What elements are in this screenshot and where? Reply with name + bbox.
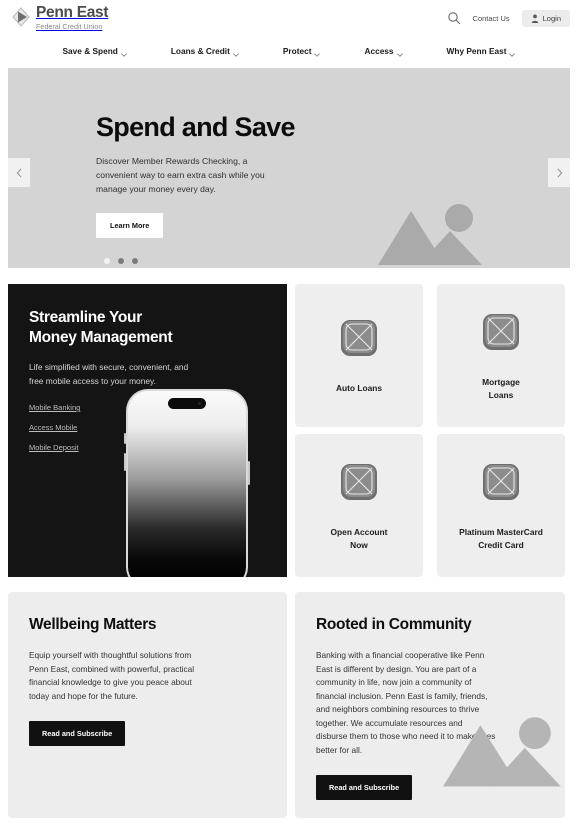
community-card-title: Rooted in Community <box>316 616 472 633</box>
phone-volume-buttons <box>124 453 126 471</box>
tile-label-line1: Platinum MasterCard <box>459 527 543 538</box>
brand-name: Penn East <box>36 4 109 21</box>
tile-label: Open Account Now <box>331 526 388 550</box>
tile-label-line2: Now <box>350 539 368 550</box>
nav-item-label: Save & Spend <box>62 46 118 56</box>
chevron-down-icon <box>396 49 403 57</box>
nav-item-label: Why Penn East <box>446 46 507 56</box>
wellbeing-read-and-subscribe-button[interactable]: Read and Subscribe <box>29 721 126 747</box>
tile-mortgage-loans[interactable]: Mortgage Loans <box>437 284 565 427</box>
nav-item-why-penn-east[interactable]: Why Penn East <box>425 46 538 57</box>
chevron-right-icon <box>556 167 563 178</box>
broken-image-icon <box>337 460 381 504</box>
chevron-left-icon <box>16 167 23 178</box>
brand-logo[interactable]: Penn East Federal Credit Union <box>10 4 109 31</box>
mobile-deposit-link[interactable]: Mobile Deposit <box>29 443 80 452</box>
contact-us-link[interactable]: Contact Us <box>473 14 510 23</box>
front-camera-dot <box>198 402 201 405</box>
carousel-dot-3[interactable] <box>132 258 138 264</box>
tile-open-account-now[interactable]: Open Account Now <box>295 434 423 577</box>
nav-item-label: Access <box>364 46 394 56</box>
tile-label-line1: Auto Loans <box>335 383 383 394</box>
chevron-down-icon <box>314 49 321 57</box>
homepage: Penn East Federal Credit Union Contact U… <box>0 0 578 827</box>
chevron-down-icon <box>232 49 239 57</box>
nav-item-loans-and-credit[interactable]: Loans & Credit <box>149 46 261 57</box>
carousel-dots <box>104 258 138 264</box>
mobile-banking-link[interactable]: Mobile Banking <box>29 403 80 412</box>
site-header: Penn East Federal Credit Union Contact U… <box>0 0 578 36</box>
hero-carousel: Spend and Save Discover Member Rewards C… <box>8 68 570 268</box>
mobile-card-title-line1: Streamline Your <box>29 309 142 326</box>
mobile-card-links: Mobile Banking Access Mobile Mobile Depo… <box>29 403 80 452</box>
mobile-management-card: Streamline Your Money Management Life si… <box>8 284 287 577</box>
nav-item-save-and-spend[interactable]: Save & Spend <box>41 46 149 57</box>
carousel-next-button[interactable] <box>548 158 570 187</box>
phone-screen <box>128 391 246 577</box>
search-icon[interactable] <box>447 11 461 25</box>
wellbeing-card-title: Wellbeing Matters <box>29 616 157 633</box>
chevron-down-icon <box>120 49 127 57</box>
diamond-arrow-logo-icon <box>10 6 32 28</box>
tile-label-line1: Open Account <box>330 527 388 538</box>
brand-text: Penn East Federal Credit Union <box>36 4 109 31</box>
nav-item-label: Loans & Credit <box>170 46 230 56</box>
broken-image-icon <box>337 316 381 360</box>
smartphone-photo <box>124 389 250 577</box>
tile-label-line2: Credit Card <box>478 539 524 550</box>
broken-image-icon <box>479 310 523 354</box>
wellbeing-card-description: Equip yourself with thoughtful solutions… <box>29 650 195 701</box>
wellbeing-matters-card: Wellbeing Matters Equip yourself with th… <box>8 592 287 818</box>
chevron-down-icon <box>509 49 516 57</box>
nav-item-protect[interactable]: Protect <box>261 46 343 57</box>
hero-description: Discover Member Rewards Checking, a conv… <box>96 156 265 195</box>
tile-label-line2: Loans <box>488 389 514 400</box>
mobile-card-title-line2: Money Management <box>29 329 173 347</box>
nav-item-label: Protect <box>282 46 312 56</box>
tile-label: Auto Loans <box>336 382 382 394</box>
image-placeholder-mountain-icon <box>378 202 482 268</box>
broken-image-icon <box>479 460 523 504</box>
hero-content: Spend and Save Discover Member Rewards C… <box>96 112 366 239</box>
carousel-dot-1[interactable] <box>104 258 110 264</box>
tile-label: Platinum MasterCard Credit Card <box>459 526 543 550</box>
nav-item-access[interactable]: Access <box>342 46 424 57</box>
community-read-and-subscribe-button[interactable]: Read and Subscribe <box>316 775 413 801</box>
tile-auto-loans[interactable]: Auto Loans <box>295 284 423 427</box>
brand-tagline: Federal Credit Union <box>36 21 103 31</box>
login-button-label: Login <box>542 13 561 23</box>
carousel-prev-button[interactable] <box>8 158 30 187</box>
rooted-in-community-card: Rooted in Community Banking with a finan… <box>295 592 565 818</box>
phone-power-button <box>248 461 250 485</box>
hero-title: Spend and Save <box>96 112 295 142</box>
hero-learn-more-button[interactable]: Learn More <box>96 213 164 239</box>
main-navigation: Save & Spend Loans & Credit Protect Acce… <box>0 38 578 64</box>
tile-platinum-mastercard-credit-card[interactable]: Platinum MasterCard Credit Card <box>437 434 565 577</box>
mobile-card-description: Life simplified with secure, convenient,… <box>29 362 189 386</box>
tile-label-line1: Mortgage <box>482 377 520 388</box>
carousel-dot-2[interactable] <box>118 258 124 264</box>
dynamic-island <box>168 398 206 409</box>
person-icon <box>531 14 539 23</box>
tile-label: Mortgage Loans <box>482 376 520 400</box>
access-mobile-link[interactable]: Access Mobile <box>29 423 80 432</box>
mobile-card-title: Streamline Your Money Management <box>29 308 173 348</box>
phone-mute-switch <box>124 433 126 444</box>
login-button[interactable]: Login <box>521 9 570 27</box>
header-utility-bar: Contact Us Login <box>447 8 570 28</box>
